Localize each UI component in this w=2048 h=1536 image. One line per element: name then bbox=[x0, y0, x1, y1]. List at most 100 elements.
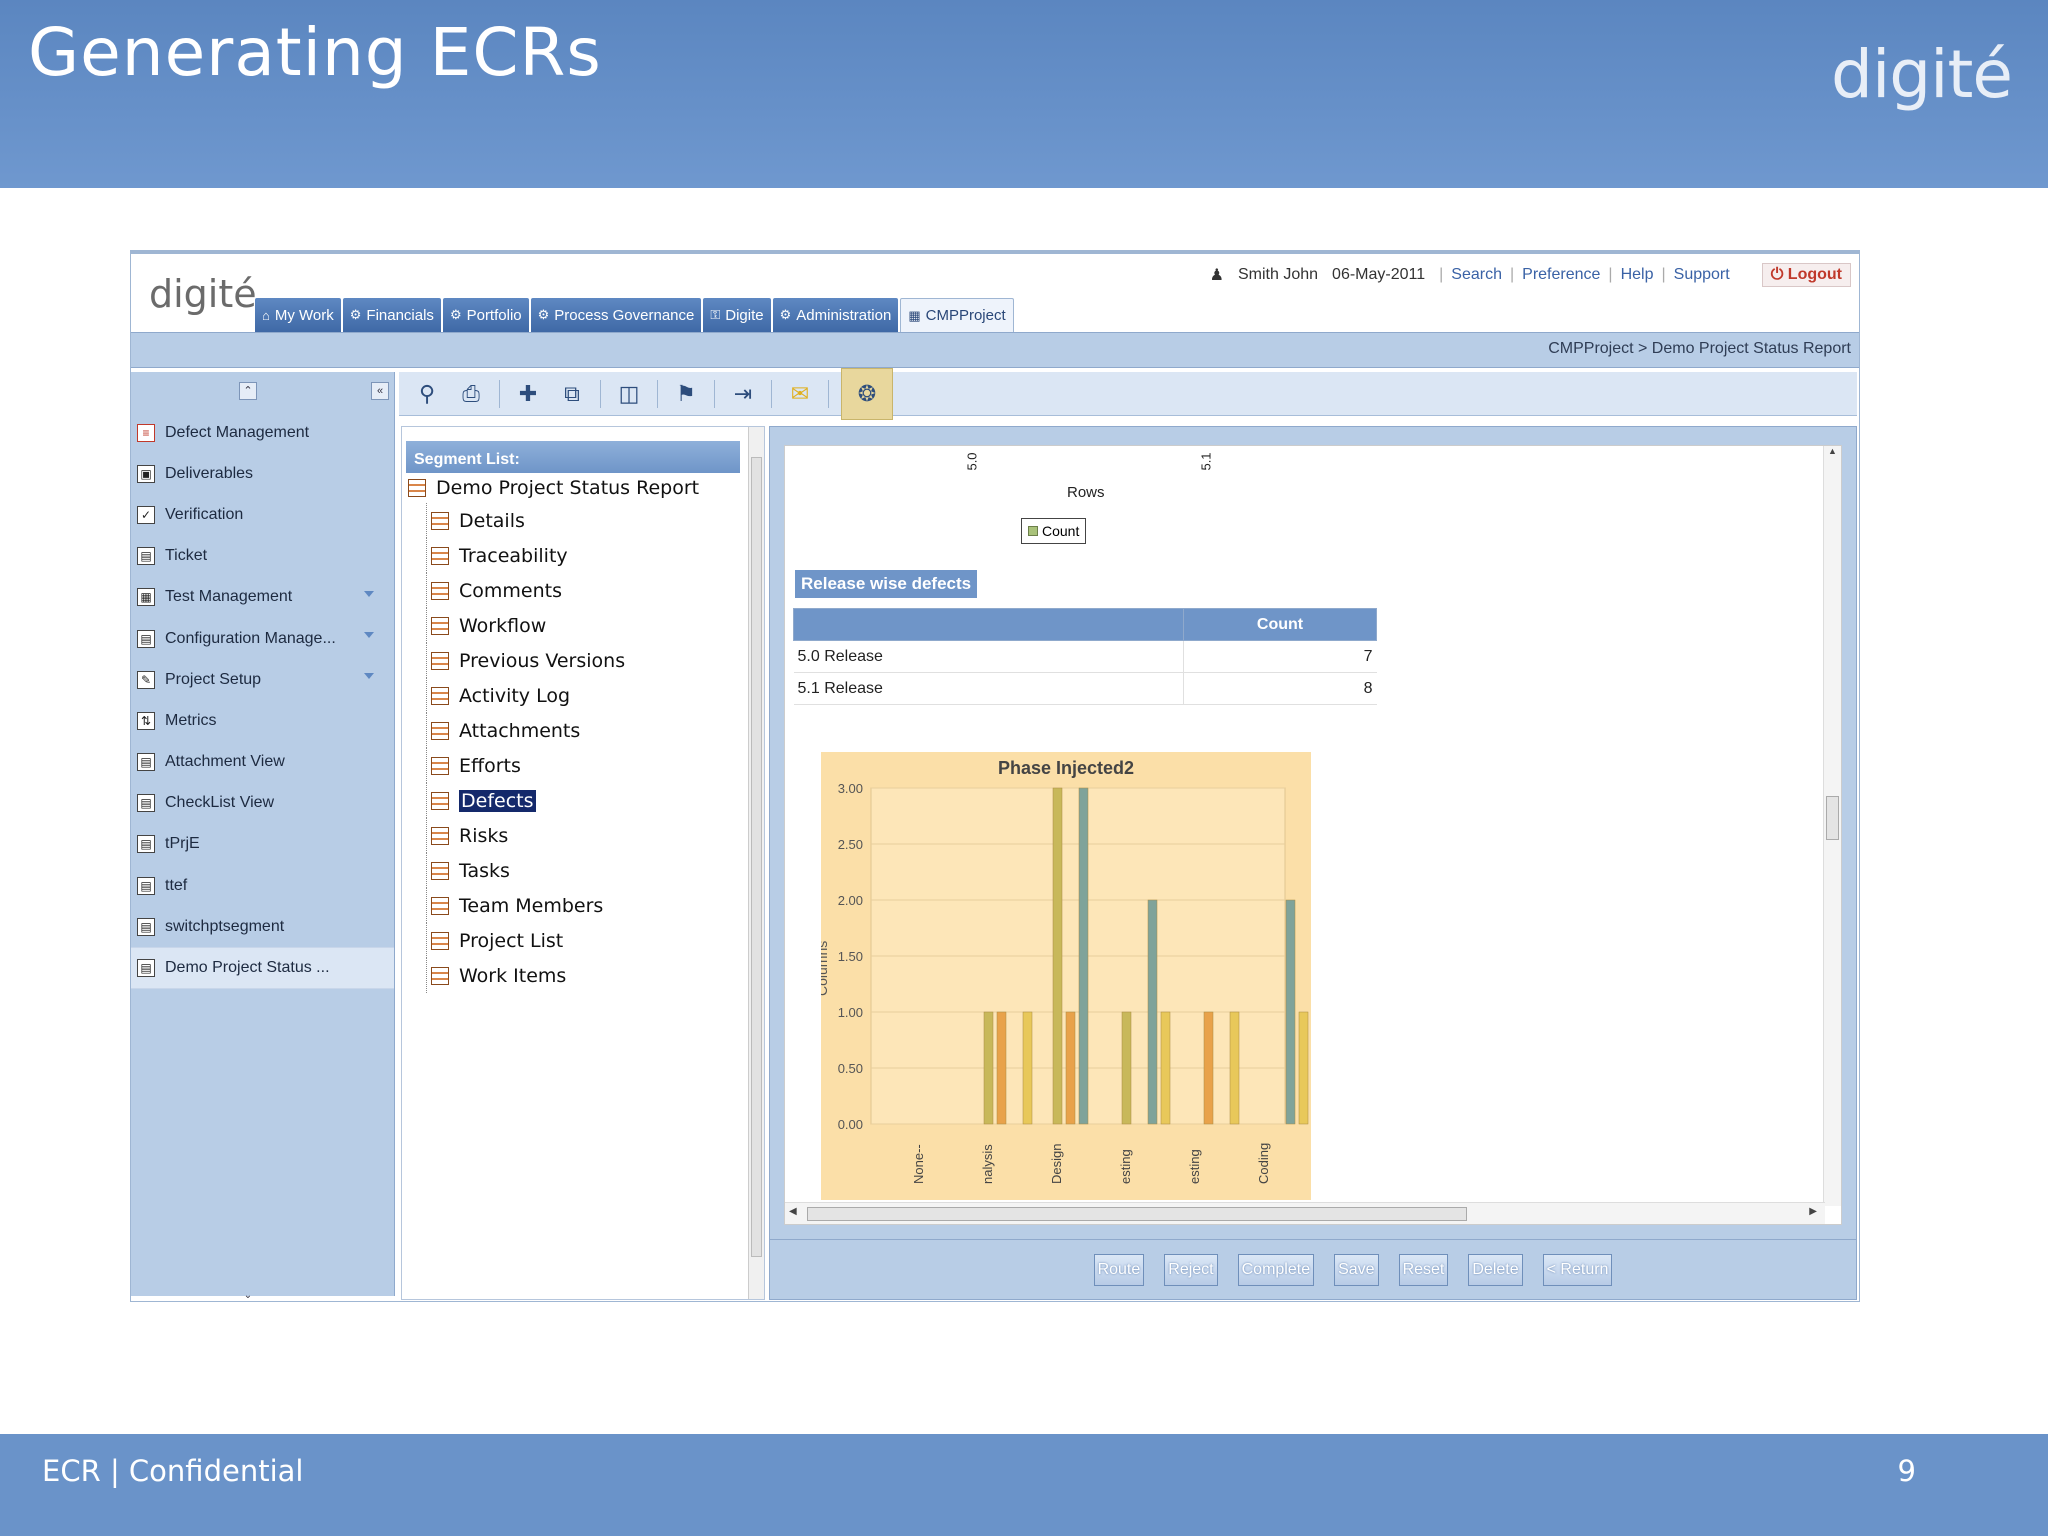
power-icon: ⏻ bbox=[1770, 266, 1788, 283]
chevron-down-icon[interactable] bbox=[364, 631, 374, 638]
copy-icon[interactable]: ⧉ bbox=[556, 378, 588, 410]
segment-item-previous-versions[interactable]: Previous Versions bbox=[426, 643, 764, 678]
segment-item-team-members[interactable]: Team Members bbox=[426, 888, 764, 923]
release-count: 8 bbox=[1183, 672, 1377, 705]
sidebar-item-metrics[interactable]: ⇅ Metrics bbox=[131, 700, 394, 741]
segment-item-efforts[interactable]: Efforts bbox=[426, 748, 764, 783]
sidebar-item-ticket[interactable]: ▤ Ticket bbox=[131, 536, 394, 577]
collapse-sidebar-icon[interactable]: « bbox=[371, 382, 389, 400]
sidebar-item-demo-project-status[interactable]: ▤ Demo Project Status ... bbox=[131, 947, 394, 989]
sidebar-item-defect-management[interactable]: ≡ Defect Management bbox=[131, 412, 394, 453]
delete-button[interactable]: Delete bbox=[1468, 1253, 1523, 1286]
complete-button[interactable]: Complete bbox=[1237, 1253, 1315, 1286]
x-tick-label: nalysis bbox=[980, 1144, 995, 1184]
scroll-thumb[interactable] bbox=[807, 1207, 1467, 1221]
chevron-down-icon[interactable] bbox=[364, 590, 374, 597]
y-tick-label: 0.00 bbox=[838, 1117, 863, 1132]
add-icon[interactable]: ✚ bbox=[512, 378, 544, 410]
report-pane: 5.0 5.1 Rows Count Release wise defects … bbox=[769, 426, 1857, 1300]
tag-icon[interactable]: ⚑ bbox=[670, 378, 702, 410]
home-icon: ⌂ bbox=[262, 307, 270, 323]
save-button[interactable]: Save bbox=[1334, 1253, 1379, 1286]
report-content: 5.0 5.1 Rows Count Release wise defects … bbox=[784, 445, 1842, 1225]
x-tick-label: esting bbox=[1187, 1149, 1202, 1184]
support-link[interactable]: Support bbox=[1674, 266, 1730, 284]
segment-scrollbar[interactable] bbox=[748, 427, 764, 1299]
horizontal-scrollbar[interactable]: ◀ ▶ bbox=[785, 1202, 1825, 1224]
toolbar: ⚲ ⎙ ✚ ⧉ ◫ ⚑ ⇥ ✉ ❂ bbox=[399, 367, 1857, 420]
segment-icon bbox=[431, 686, 449, 705]
app-window: digité ♟ Smith John 06-May-2011 | Search… bbox=[130, 250, 1860, 1302]
segment-item-activity-log[interactable]: Activity Log bbox=[426, 678, 764, 713]
route-button[interactable]: Route bbox=[1093, 1253, 1145, 1286]
bar bbox=[1229, 1011, 1240, 1125]
view-icon: ▤ bbox=[137, 753, 155, 772]
segment-item-workflow[interactable]: Workflow bbox=[426, 608, 764, 643]
sidebar-item-verification[interactable]: ✓ Verification bbox=[131, 494, 394, 535]
tab-administration[interactable]: ⚙ Administration bbox=[772, 298, 899, 332]
release-defects-title: Release wise defects bbox=[795, 570, 978, 598]
scroll-up-icon[interactable]: ▲ bbox=[1824, 446, 1841, 456]
tab-digite[interactable]: ⚿ Digite bbox=[703, 298, 771, 332]
segment-item-comments[interactable]: Comments bbox=[426, 573, 764, 608]
ticket-icon: ▤ bbox=[137, 547, 155, 566]
preference-link[interactable]: Preference bbox=[1522, 266, 1600, 284]
segment-item-traceability[interactable]: Traceability bbox=[426, 538, 764, 573]
app-logo: digité bbox=[149, 272, 257, 316]
sidebar-item-attachment-view[interactable]: ▤ Attachment View bbox=[131, 742, 394, 783]
tab-cmpproject[interactable]: ▦ CMPProject bbox=[900, 298, 1014, 332]
y-tick-label: 2.00 bbox=[838, 893, 863, 908]
scroll-thumb[interactable] bbox=[1826, 796, 1839, 840]
bar bbox=[1147, 899, 1158, 1125]
release-label: 5.0 Release bbox=[793, 640, 1184, 673]
segment-item-defects[interactable]: Defects bbox=[426, 783, 764, 818]
sidebar-item-test-management[interactable]: ▦ Test Management bbox=[131, 577, 394, 618]
tab-financials[interactable]: ⚙ Financials bbox=[342, 298, 441, 332]
reset-button[interactable]: Reset bbox=[1398, 1253, 1449, 1286]
return-button[interactable]: < Return bbox=[1542, 1253, 1613, 1286]
sidebar-item-switchptsegment[interactable]: ▤ switchptsegment bbox=[131, 906, 394, 947]
segment-icon bbox=[431, 896, 449, 915]
search-link[interactable]: Search bbox=[1451, 266, 1502, 284]
reject-button[interactable]: Reject bbox=[1164, 1253, 1218, 1286]
collapse-up-icon[interactable]: ⌃ bbox=[239, 382, 257, 400]
sidebar-item-configuration-management[interactable]: ▤ Configuration Manage... bbox=[131, 618, 394, 659]
count-legend: Count bbox=[1021, 518, 1087, 544]
tab-my-work[interactable]: ⌂ My Work bbox=[255, 298, 341, 332]
sidebar-item-tprje[interactable]: ▤ tPrjE bbox=[131, 824, 394, 865]
vertical-scrollbar[interactable]: ▲ bbox=[1823, 446, 1841, 1206]
y-tick-label: 1.00 bbox=[838, 1005, 863, 1020]
scroll-right-icon[interactable]: ▶ bbox=[1809, 1206, 1817, 1217]
segment-item-project-list[interactable]: Project List bbox=[426, 923, 764, 958]
project-icon: ▦ bbox=[908, 307, 921, 323]
export-icon[interactable]: ⇥ bbox=[727, 378, 759, 410]
tab-process-governance[interactable]: ⚙ Process Governance bbox=[530, 298, 702, 332]
sidebar-item-checklist-view[interactable]: ▤ CheckList View bbox=[131, 783, 394, 824]
segment-item-attachments[interactable]: Attachments bbox=[426, 713, 764, 748]
print-icon[interactable]: ⎙ bbox=[455, 378, 487, 410]
collapse-down-icon[interactable]: ⌄ bbox=[239, 1290, 257, 1302]
sidebar-item-deliverables[interactable]: ▣ Deliverables bbox=[131, 453, 394, 494]
chevron-down-icon[interactable] bbox=[364, 673, 374, 680]
view-icon: ▤ bbox=[137, 917, 155, 936]
user-name: Smith John bbox=[1238, 266, 1319, 283]
segment-item-risks[interactable]: Risks bbox=[426, 818, 764, 853]
segment-item-work-items[interactable]: Work Items bbox=[426, 958, 764, 993]
help-link[interactable]: Help bbox=[1621, 266, 1654, 284]
x-tick-label: esting bbox=[1118, 1149, 1133, 1184]
link-icon[interactable]: ◫ bbox=[613, 378, 645, 410]
sidebar-item-ttef[interactable]: ▤ ttef bbox=[131, 865, 394, 906]
segment-item-tasks[interactable]: Tasks bbox=[426, 853, 764, 888]
scroll-thumb[interactable] bbox=[751, 457, 762, 1257]
segment-root[interactable]: Demo Project Status Report bbox=[408, 473, 764, 503]
email-icon[interactable]: ✉ bbox=[784, 378, 816, 410]
sidebar-item-project-setup[interactable]: ✎ Project Setup bbox=[131, 659, 394, 700]
tab-portfolio[interactable]: ⚙ Portfolio bbox=[442, 298, 529, 332]
table-header-empty bbox=[793, 608, 1184, 641]
segment-item-details[interactable]: Details bbox=[426, 503, 764, 538]
logout-button[interactable]: ⏻ Logout bbox=[1761, 263, 1851, 287]
report-icon[interactable]: ❂ bbox=[841, 367, 893, 420]
scroll-left-icon[interactable]: ◀ bbox=[789, 1206, 797, 1217]
segment-list-heading: Segment List: bbox=[406, 441, 740, 473]
search-icon[interactable]: ⚲ bbox=[411, 378, 443, 410]
